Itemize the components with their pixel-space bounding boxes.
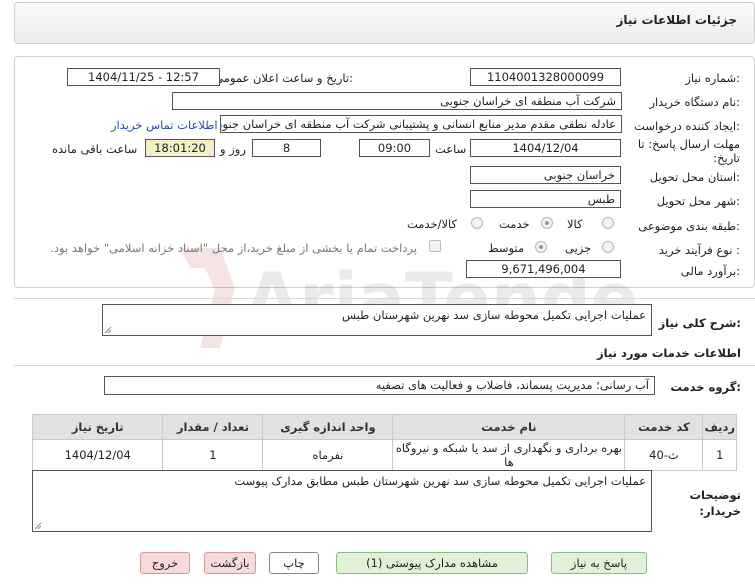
category-option-service: خدمت [499,217,530,231]
deadline-time-field: 09:00 [359,139,430,157]
resize-handle-icon[interactable] [104,326,112,334]
remaining-days-field: 8 [252,139,321,157]
cell-service-name: بهره برداری و نگهداری از سد یا شبکه و نی… [392,439,626,471]
buyer-org-label: نام دستگاه خریدار: [649,95,740,109]
category-radio-goods-service[interactable] [471,217,483,229]
requester-label: ایجاد کننده درخواست: [634,119,740,133]
column-header-quantity: تعداد / مقدار [162,414,264,440]
buyer-notes-label: توضیحات خریدار: [689,488,742,518]
process-type-label: نوع فرآیند خرید : [658,243,740,257]
services-table: ردیف کد خدمت نام خدمت واحد اندازه گیری ت… [31,414,737,471]
section-divider [14,298,755,299]
category-radio-service[interactable] [541,217,553,229]
remaining-days-label: روز و [220,142,246,156]
cell-quantity: 1 [162,439,264,471]
services-divider [14,365,755,366]
city-label: شهر محل تحویل: [656,194,740,208]
treasury-payment-note: پرداخت تمام یا بخشی از مبلغ خرید،از محل … [50,241,417,255]
need-number-field: 1104001328000099 [470,68,621,86]
province-label: استان محل تحویل: [649,170,740,184]
process-option-minor: جزیی [565,241,592,255]
table-header-row: ردیف کد خدمت نام خدمت واحد اندازه گیری ت… [31,414,737,440]
deadline-label: مهلت ارسال پاسخ: تا تاریخ: [637,137,740,165]
column-header-service-name: نام خدمت [392,414,626,440]
column-header-unit: واحد اندازه گیری [262,414,394,440]
back-button[interactable]: بازگشت [204,552,256,574]
view-attachments-button[interactable]: مشاهده مدارک پیوستی (1) [336,552,528,574]
announce-datetime-field: 1404/11/25 - 12:57 [67,68,220,86]
cell-service-code: ث-40 [624,439,704,471]
column-header-row-number: ردیف [702,414,737,440]
page-title: جزئیات اطلاعات نیاز [616,13,737,27]
cell-row-number: 1 [702,439,737,471]
estimate-label: برآورد مالی: [680,264,740,278]
cell-need-date: 1404/12/04 [31,439,164,471]
deadline-time-label: ساعت [435,142,467,156]
column-header-need-date: تاریخ نیاز [31,414,164,440]
process-option-medium: متوسط [488,241,525,255]
remaining-time-field: 18:01:20 [145,139,215,157]
buyer-notes-text: عملیات اجرایی تکمیل محوطه سازی سد نهرین … [234,474,646,488]
remaining-time-label: ساعت باقی مانده [52,142,138,156]
process-radio-medium[interactable] [535,241,547,253]
table-row: 1 ث-40 بهره برداری و نگهداری از سد یا شب… [31,439,737,471]
cell-unit: نفرماه [262,439,394,471]
city-field: طبس [470,190,621,208]
province-field: خراسان جنوبی [470,166,621,184]
deadline-date-field: 1404/12/04 [470,139,621,157]
column-header-service-code: کد خدمت [624,414,704,440]
need-number-label: شماره نیاز: [685,71,740,85]
services-section-title: اطلاعات خدمات مورد نیاز [597,346,741,360]
service-group-field: آب رسانی؛ مدیریت پسماند، فاضلاب و فعالیت… [104,376,655,395]
category-label: طبقه بندی موضوعی: [638,219,740,233]
buyer-org-field: شرکت آب منطقه ای خراسان جنوبی [172,92,622,110]
announce-datetime-label: تاریخ و ساعت اعلان عمومی: [214,71,353,85]
reply-button[interactable]: پاسخ به نیاز [551,552,647,574]
summary-textarea[interactable]: عملیات اجرایی تکمیل محوطه سازی سد نهرین … [102,304,652,336]
service-group-label: گروه خدمت: [670,380,741,394]
print-button[interactable]: چاپ [269,552,319,574]
summary-label: شرح کلی نیاز: [658,316,741,330]
treasury-payment-checkbox[interactable] [429,240,441,252]
buyer-notes-textarea[interactable]: عملیات اجرایی تکمیل محوطه سازی سد نهرین … [32,470,652,532]
category-option-goods-service: کالا/خدمت [407,217,458,231]
category-radio-goods[interactable] [602,217,614,229]
exit-button[interactable]: خروج [140,552,190,574]
process-radio-minor[interactable] [602,241,614,253]
category-option-goods: کالا [567,217,583,231]
buyer-contact-link[interactable]: اطلاعات تماس خریدار [111,118,218,132]
summary-text: عملیات اجرایی تکمیل محوطه سازی سد نهرین … [341,308,646,322]
requester-field: عادله نطقی مقدم مدیر منابع انسانی و پشتی… [220,115,622,133]
estimate-field: 9,671,496,004 [466,260,621,278]
resize-handle-icon[interactable] [34,522,42,530]
